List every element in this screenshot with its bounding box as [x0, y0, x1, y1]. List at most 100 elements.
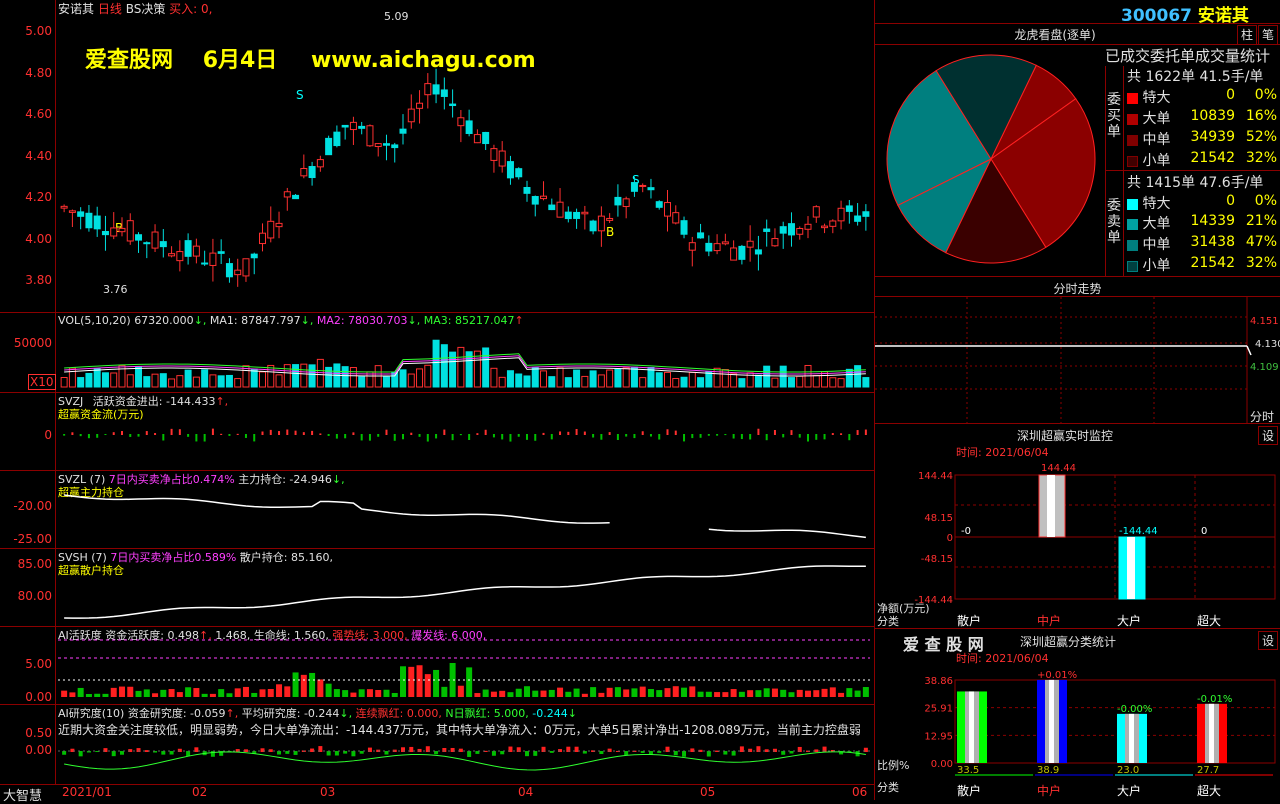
monitor-chart: 144.4448.150-48.15-144.44-0144.44-144.44…: [914, 463, 1276, 628]
activity-bar: [780, 689, 787, 697]
activity-bar: [681, 687, 688, 697]
candle-body: [168, 253, 176, 257]
research-bar: [326, 751, 331, 756]
candle-body: [325, 137, 333, 156]
fund-flow-bar: [286, 429, 289, 435]
monitor-bar-highlight: [1047, 475, 1055, 537]
candle-body: [151, 231, 159, 249]
pillar-button[interactable]: 柱: [1237, 25, 1257, 45]
fund-flow-bar: [104, 434, 107, 436]
research-bar: [384, 751, 389, 755]
candle-body: [655, 201, 663, 208]
fund-flow-bar: [402, 434, 405, 440]
monitor-axis-label: 分类: [877, 615, 899, 628]
monitor-settings-button[interactable]: 设: [1258, 426, 1278, 445]
category-label: 中户: [1037, 613, 1061, 628]
note-button[interactable]: 笔: [1258, 25, 1278, 45]
order-type: 大单: [1142, 216, 1171, 232]
candle-body: [242, 258, 250, 277]
candle-body: [308, 166, 316, 179]
y-tick: 48.15: [924, 513, 953, 524]
fund-flow-bar: [385, 429, 388, 435]
category-label: 大户: [1117, 613, 1141, 628]
volume-bar: [250, 368, 258, 388]
fund-flow-bar: [716, 434, 719, 436]
activity-bar: [705, 691, 712, 697]
activity-bar: [375, 689, 382, 697]
fund-flow-bar: [426, 434, 429, 442]
tiger-title: 龙虎看盘(逐单): [1014, 28, 1096, 42]
fund-flow-bar: [815, 434, 818, 440]
order-pct: 47%: [1245, 234, 1277, 250]
candle-body: [622, 198, 630, 208]
volume-bar: [209, 374, 217, 388]
date-label: 04: [518, 785, 534, 799]
volume-bar: [829, 377, 837, 388]
intraday-price: 4.109: [1250, 362, 1279, 373]
volume-bar: [275, 374, 283, 388]
activity-bar: [647, 689, 654, 697]
fund-flow-bar: [649, 434, 652, 437]
activity-bar: [664, 688, 671, 697]
kline-chart[interactable]: [0, 0, 875, 800]
fund-flow-bar: [509, 434, 512, 442]
activity-bar: [499, 690, 506, 697]
color-swatch: [1127, 198, 1138, 210]
fund-flow-bar: [443, 429, 446, 435]
volume-bar: [159, 373, 167, 388]
classify-change: -0.01%: [1197, 694, 1232, 705]
fund-flow-bar: [707, 434, 710, 436]
activity-bar: [276, 684, 283, 697]
fund-flow-bar: [840, 433, 843, 435]
fund-flow-bar: [740, 434, 743, 440]
candle-body: [738, 245, 746, 260]
fund-flow-bar: [773, 429, 776, 435]
main-chart-area[interactable]: 安诺其 日线 BS决策 买入: 0, 爱查股网 6月4日 www.aichagu…: [0, 0, 875, 804]
activity-bar: [755, 690, 762, 697]
candle-body: [382, 143, 390, 146]
volume-bar: [143, 376, 151, 388]
volume-bar: [639, 377, 647, 388]
order-count: 10839: [1190, 108, 1235, 124]
activity-bar: [581, 693, 588, 697]
candle-body: [829, 220, 837, 227]
fund-flow-bar: [360, 434, 363, 441]
buy-side-label: 委买单: [1107, 92, 1121, 140]
candle-body: [664, 202, 671, 217]
research-bar: [682, 751, 687, 757]
candle-body: [366, 125, 374, 147]
research-bar: [491, 751, 496, 756]
fund-flow-bar: [492, 434, 495, 438]
fund-flow-bar: [170, 428, 173, 435]
activity-bar: [102, 693, 109, 697]
activity-bar: [300, 674, 307, 697]
volume-bar: [771, 377, 779, 388]
activity-bar: [69, 692, 76, 697]
volume-bar: [391, 371, 399, 388]
classify-settings-button[interactable]: 设: [1258, 631, 1278, 650]
fund-flow-bar: [96, 434, 99, 438]
y-tick: -48.15: [921, 554, 953, 565]
volume-bar: [217, 375, 225, 388]
order-pct: 0%: [1254, 193, 1277, 209]
order-pct: 21%: [1245, 213, 1277, 229]
activity-bar: [515, 688, 522, 697]
volume-bar: [531, 366, 539, 388]
category-label: 大户: [1117, 783, 1141, 798]
volume-bar: [672, 378, 680, 388]
activity-bar: [763, 688, 770, 697]
volume-bar: [432, 339, 440, 388]
activity-bar: [523, 686, 530, 697]
research-avg-line: [64, 751, 866, 771]
activity-bar: [94, 693, 101, 697]
classify-chart: 38.86 25.91 12.95 0.00 33.5 散户 38.9 +0.01% 中户 23.…: [924, 670, 1276, 798]
volume-bar: [308, 364, 316, 388]
intraday-chart[interactable]: [875, 297, 1280, 423]
activity-bar: [457, 685, 464, 697]
activity-bar: [234, 688, 241, 697]
order-count: 21542: [1190, 255, 1235, 271]
activity-bar: [805, 690, 812, 697]
classify-ratio-label: 比例%: [877, 759, 910, 772]
fund-flow-bar: [129, 434, 132, 437]
activity-bar: [242, 686, 249, 697]
